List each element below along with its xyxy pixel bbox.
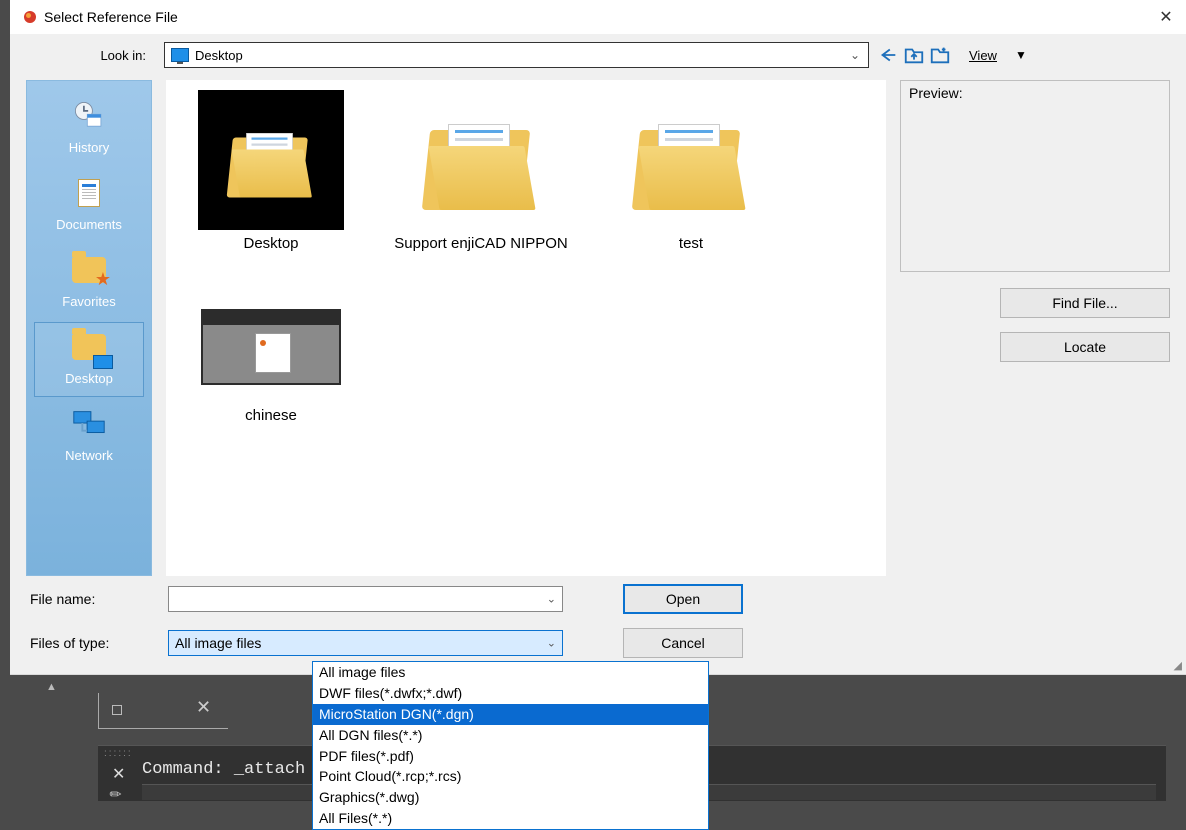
places-label: Favorites — [62, 294, 115, 309]
view-menu-arrow-icon[interactable]: ▼ — [1015, 48, 1027, 62]
chevron-down-icon: ⌄ — [547, 593, 556, 606]
dialog-title: Select Reference File — [40, 9, 1156, 25]
places-label: Network — [65, 448, 113, 463]
file-type-option[interactable]: All image files — [313, 662, 708, 683]
folder-thumb — [616, 90, 766, 230]
file-type-option[interactable]: All Files(*.*) — [313, 808, 708, 829]
file-name-label: File name: — [26, 591, 168, 607]
file-item-file[interactable]: chinese — [176, 260, 366, 426]
places-label: Documents — [56, 217, 122, 232]
locate-button[interactable]: Locate — [1000, 332, 1170, 362]
preview-panel: Preview: — [900, 80, 1170, 272]
history-icon — [69, 98, 109, 134]
places-desktop[interactable]: Desktop — [34, 322, 144, 397]
folder-thumb-black — [198, 90, 344, 230]
command-text: Command: _attach — [142, 760, 305, 779]
crosshair-box-icon — [112, 705, 122, 715]
find-file-button[interactable]: Find File... — [1000, 288, 1170, 318]
file-type-label: Files of type: — [26, 635, 168, 651]
file-type-option[interactable]: Graphics(*.dwg) — [313, 787, 708, 808]
documents-icon — [69, 175, 109, 211]
file-type-select[interactable]: All image files ⌄ — [168, 630, 563, 656]
file-type-value: All image files — [175, 635, 261, 651]
lookin-value: Desktop — [195, 48, 243, 63]
places-favorites[interactable]: ★ Favorites — [34, 245, 144, 320]
close-icon[interactable]: ✕ — [1156, 7, 1176, 27]
file-name: Support enjiCAD NIPPON — [394, 234, 567, 254]
resize-grip-icon[interactable]: ◢ — [1174, 659, 1182, 672]
file-type-option[interactable]: PDF files(*.pdf) — [313, 746, 708, 767]
file-dialog: Select Reference File ✕ Look in: Desktop… — [10, 0, 1186, 675]
crosshair-close-icon[interactable]: ✕ — [196, 697, 211, 718]
file-type-option[interactable]: MicroStation DGN(*.dgn) — [313, 704, 708, 725]
places-label: Desktop — [65, 371, 113, 386]
file-list[interactable]: Desktop Support enjiCAD NIPPON test chin… — [166, 80, 886, 576]
file-item-folder[interactable]: Desktop — [176, 88, 366, 254]
file-name-input[interactable]: ⌄ — [168, 586, 563, 612]
app-icon — [20, 7, 40, 27]
new-folder-icon[interactable] — [929, 44, 951, 66]
file-item-folder[interactable]: Support enjiCAD NIPPON — [386, 88, 576, 254]
file-name: test — [679, 234, 703, 254]
network-icon — [69, 406, 109, 442]
up-folder-icon[interactable] — [903, 44, 925, 66]
preview-label: Preview: — [909, 85, 963, 101]
places-label: History — [69, 140, 109, 155]
open-button[interactable]: Open — [623, 584, 743, 614]
cancel-button[interactable]: Cancel — [623, 628, 743, 658]
places-network[interactable]: Network — [34, 399, 144, 474]
back-icon[interactable] — [877, 44, 899, 66]
file-name: Desktop — [243, 234, 298, 254]
file-item-folder[interactable]: test — [596, 88, 786, 254]
desktop-folder-icon — [69, 329, 109, 365]
titlebar: Select Reference File ✕ — [10, 0, 1186, 34]
chevron-down-icon: ⌄ — [850, 48, 860, 62]
view-menu[interactable]: View — [969, 48, 997, 63]
favorites-icon: ★ — [69, 252, 109, 288]
right-panel: Preview: Find File... Locate — [900, 80, 1170, 576]
lookin-select[interactable]: Desktop ⌄ — [164, 42, 869, 68]
places-documents[interactable]: Documents — [34, 168, 144, 243]
file-type-option[interactable]: DWF files(*.dwfx;*.dwf) — [313, 683, 708, 704]
file-type-option[interactable]: Point Cloud(*.rcp;*.rcs) — [313, 766, 708, 787]
command-edit-icon[interactable]: ✎ — [106, 784, 126, 804]
grip-dots-icon[interactable]: :::::: — [104, 748, 133, 759]
lookin-label: Look in: — [26, 48, 156, 63]
file-type-option[interactable]: All DGN files(*.*) — [313, 725, 708, 746]
command-close-icon[interactable]: ✕ — [112, 764, 125, 784]
folder-thumb — [406, 90, 556, 230]
panel-caret-icon[interactable]: ▲ — [46, 681, 57, 693]
desktop-icon — [171, 48, 189, 62]
file-type-dropdown[interactable]: All image files DWF files(*.dwfx;*.dwf) … — [312, 661, 709, 830]
places-bar: History Documents ★ Favorites Desktop Ne… — [26, 80, 152, 576]
file-name: chinese — [245, 406, 297, 426]
file-thumb — [196, 262, 346, 402]
places-history[interactable]: History — [34, 91, 144, 166]
chevron-down-icon: ⌄ — [547, 637, 556, 650]
lookin-row: Look in: Desktop ⌄ View ▼ — [10, 34, 1186, 80]
